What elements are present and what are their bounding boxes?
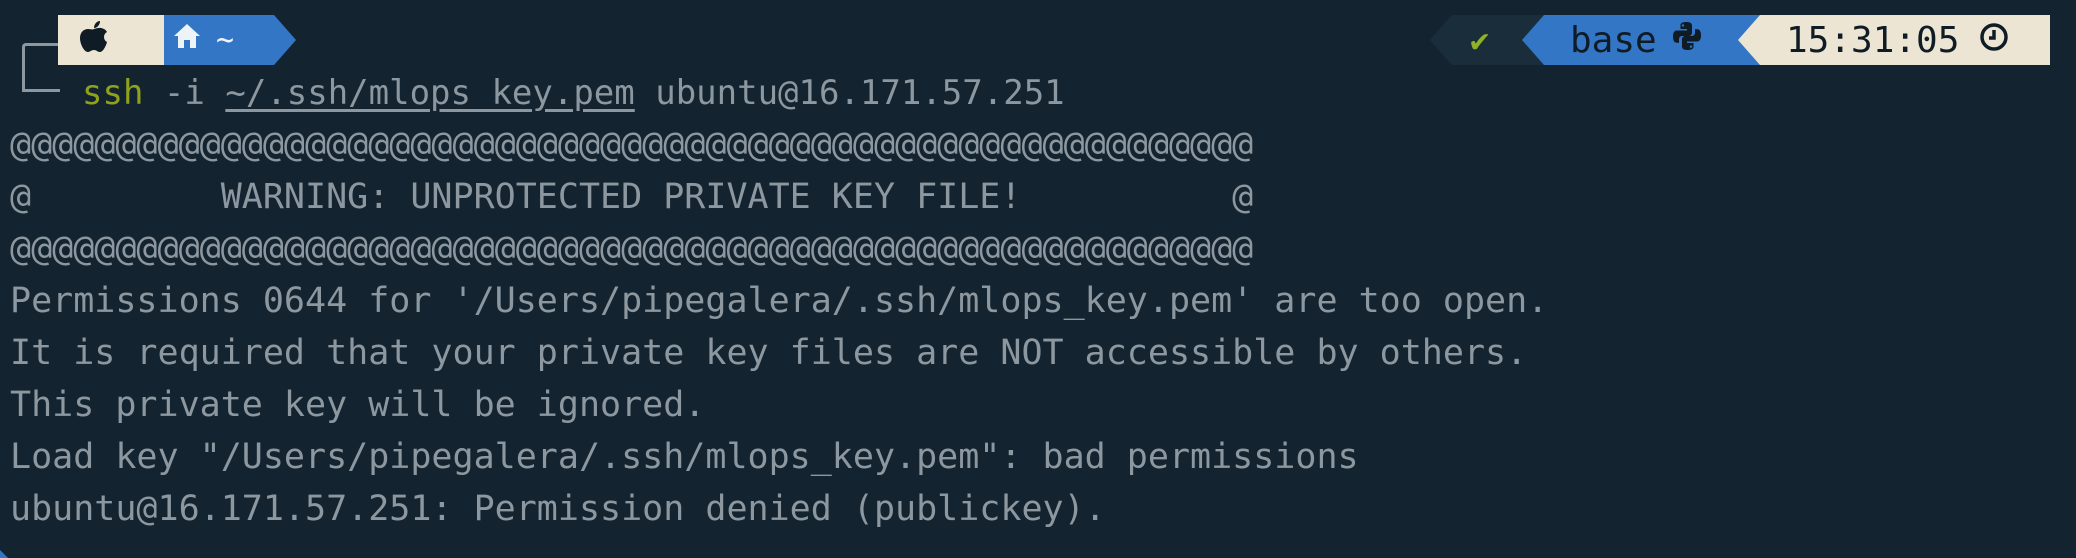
command-program: ssh xyxy=(82,73,144,113)
prompt-os-segment xyxy=(58,15,164,65)
clock-icon xyxy=(1979,20,2009,61)
prompt-directory: ~ xyxy=(216,22,235,58)
python-icon xyxy=(1671,20,1703,61)
prompt-env-segment: base xyxy=(1522,15,1762,65)
prompt-bracket xyxy=(22,43,60,89)
prompt-time: 15:31:05 xyxy=(1786,19,1960,61)
output-line-permissions: Permissions 0644 for '/Users/pipegalera/… xyxy=(10,281,1549,321)
home-icon xyxy=(172,22,202,58)
command-output: @@@@@@@@@@@@@@@@@@@@@@@@@@@@@@@@@@@@@@@@… xyxy=(10,119,1548,535)
apple-icon xyxy=(78,20,110,60)
output-line-denied: ubuntu@16.171.57.251: Permission denied … xyxy=(10,489,1106,529)
output-line-requirement: It is required that your private key fil… xyxy=(10,333,1528,373)
command-line[interactable]: ssh -i ~/.ssh/mlops_key.pem ubuntu@16.17… xyxy=(82,68,1065,118)
status-check: ✔ xyxy=(1470,21,1490,59)
env-name: base xyxy=(1570,19,1657,61)
output-line-banner-bottom: @@@@@@@@@@@@@@@@@@@@@@@@@@@@@@@@@@@@@@@@… xyxy=(10,229,1254,269)
output-line-banner-top: @@@@@@@@@@@@@@@@@@@@@@@@@@@@@@@@@@@@@@@@… xyxy=(10,125,1254,165)
terminal-window[interactable]: ~ ✔ base 15:31:05 ssh -i ~/.ssh/mlops_ke… xyxy=(0,0,2076,558)
output-line-load-key: Load key "/Users/pipegalera/.ssh/mlops_k… xyxy=(10,437,1359,477)
command-key-path: ~/.ssh/mlops_key.pem xyxy=(225,73,635,113)
command-flag: -i xyxy=(163,73,205,113)
output-line-warning: @ WARNING: UNPROTECTED PRIVATE KEY FILE!… xyxy=(10,177,1254,217)
output-line-ignored: This private key will be ignored. xyxy=(10,385,706,425)
command-target: ubuntu@16.171.57.251 xyxy=(655,73,1065,113)
prompt-time-segment: 15:31:05 xyxy=(1738,15,2050,65)
prompt-bracket-bottom xyxy=(22,89,60,92)
cursor-corner-mark xyxy=(0,550,8,558)
